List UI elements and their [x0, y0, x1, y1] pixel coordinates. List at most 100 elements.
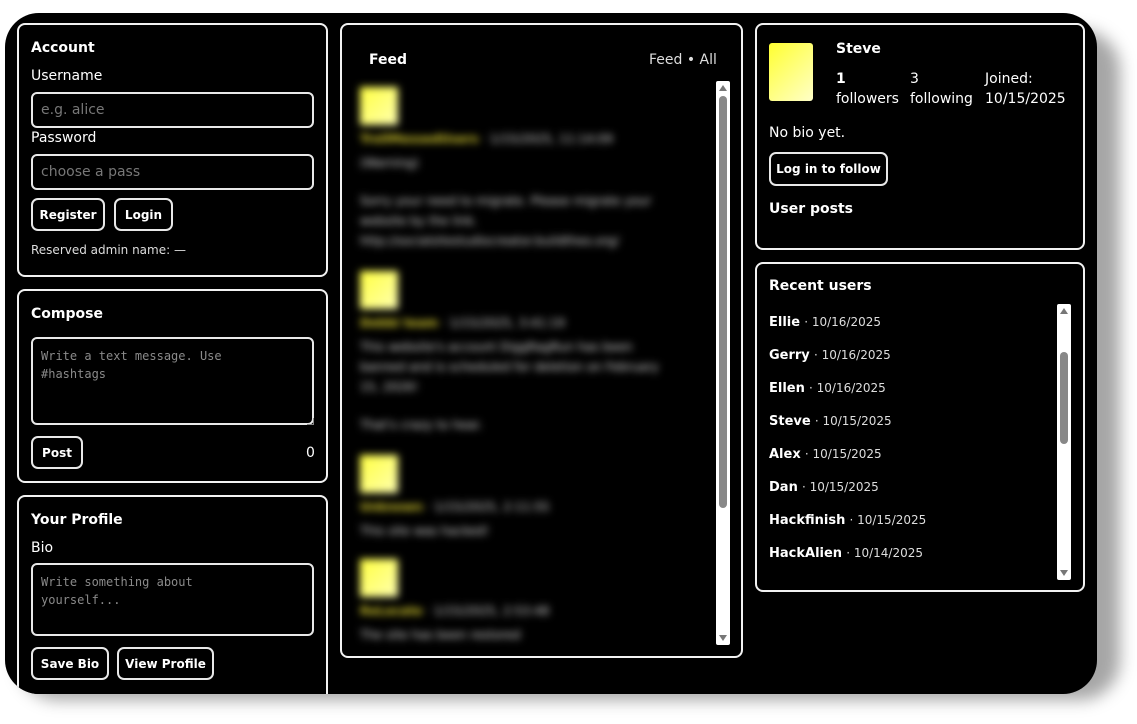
following-stat[interactable]: 3 following: [910, 69, 973, 109]
feed-panel: Feed Feed • All TrollMessedUsers · 1/15/…: [340, 23, 743, 658]
password-input[interactable]: choose a pass: [31, 154, 314, 190]
scroll-down-icon[interactable]: [719, 635, 727, 641]
user-list-item[interactable]: HackAlien · 10/14/2025: [769, 546, 923, 561]
user-list-item[interactable]: Gerry · 10/16/2025: [769, 348, 891, 363]
account-panel: Account Username e.g. alice Password cho…: [17, 23, 328, 277]
char-count: 0: [306, 445, 315, 461]
app-window: Account Username e.g. alice Password cho…: [5, 13, 1097, 694]
post-avatar: [360, 455, 398, 493]
account-title: Account: [31, 40, 95, 56]
post-time: · 1/15/2025, 2:11:55: [426, 500, 550, 514]
profile-edit-title: Your Profile: [31, 512, 123, 528]
post-avatar: [360, 87, 398, 125]
post-time: · 1/15/2025, 2:53:48: [426, 604, 550, 618]
post-line: website by the link.: [360, 214, 478, 228]
user-list-name: Ellen: [769, 381, 805, 396]
post-avatar: [360, 271, 398, 309]
recent-users-title: Recent users: [769, 278, 872, 294]
post-line: The site has been restored: [360, 628, 521, 642]
compose-panel: Compose Write a text message. Use #hasht…: [17, 289, 328, 483]
followers-stat[interactable]: 1 followers: [836, 69, 899, 109]
user-list-name: Dan: [769, 480, 798, 495]
compose-resize-grip[interactable]: [307, 418, 314, 425]
post-author[interactable]: Unknown: [360, 500, 423, 514]
post-line: This website's account DiggRagRun has be…: [360, 340, 633, 354]
post-button[interactable]: Post: [31, 436, 83, 469]
follow-button[interactable]: Log in to follow: [769, 152, 888, 186]
user-list-name: Gerry: [769, 348, 810, 363]
profile-edit-panel: Your Profile Bio Write something about y…: [17, 495, 328, 694]
post-avatar: [360, 559, 398, 597]
bio-label: Bio: [31, 540, 54, 556]
user-list-date: · 10/15/2025: [801, 480, 879, 494]
scroll-up-icon[interactable]: [719, 85, 727, 91]
username-label: Username: [31, 68, 103, 84]
user-bio: No bio yet.: [769, 125, 846, 141]
password-label: Password: [31, 130, 97, 146]
following-count: 3: [910, 71, 919, 87]
user-list-item[interactable]: Hackfinish · 10/15/2025: [769, 513, 926, 528]
username-input[interactable]: e.g. alice: [31, 92, 314, 128]
user-card-panel: Steve 1 followers 3 following Joined: 10…: [755, 23, 1085, 250]
post-line: 15, 2026!: [360, 380, 419, 394]
feed-scrollbar[interactable]: [716, 81, 730, 645]
feed-title: Feed: [369, 52, 408, 68]
compose-title: Compose: [31, 306, 103, 322]
user-list-name: Ellie: [769, 315, 801, 330]
user-list-date: · 10/16/2025: [813, 348, 891, 362]
user-list-item[interactable]: Ellie · 10/16/2025: [769, 315, 881, 330]
feed-post: TrollMessedUsers · 1/15/2025, 11:14:09 (…: [360, 87, 700, 251]
recent-users-panel: Recent users Ellie · 10/16/2025 Gerry · …: [755, 262, 1085, 592]
bio-textarea[interactable]: Write something about yourself...: [31, 563, 314, 636]
post-author[interactable]: Debbi team: [360, 316, 438, 330]
user-list-item[interactable]: Dan · 10/15/2025: [769, 480, 879, 495]
user-list-date: · 10/16/2025: [809, 381, 886, 395]
compose-textarea[interactable]: Write a text message. Use #hashtags: [31, 337, 314, 425]
user-list-date: · 10/16/2025: [804, 315, 882, 329]
user-list-name: Steve: [769, 414, 811, 429]
user-list-date: · 10/14/2025: [846, 546, 923, 560]
post-time: · 1/15/2025, 11:14:09: [482, 132, 613, 146]
user-posts-title: User posts: [769, 201, 853, 217]
user-list-name: HackAlien: [769, 546, 843, 561]
post-line: This site was hacked!: [360, 524, 489, 538]
followers-count: 1: [836, 71, 846, 87]
feed-post: ReLocate · 1/15/2025, 2:53:48 The site h…: [360, 559, 700, 645]
post-author[interactable]: TrollMessedUsers: [360, 132, 478, 146]
post-line: Sorry your need to migrate. Please migra…: [360, 194, 652, 208]
joined-label: Joined:: [985, 71, 1033, 87]
register-button[interactable]: Register: [31, 198, 105, 231]
scroll-down-icon[interactable]: [1060, 570, 1068, 576]
user-list-name: Hackfinish: [769, 513, 846, 528]
user-name: Steve: [836, 41, 881, 57]
joined-stat: Joined: 10/15/2025: [985, 69, 1066, 109]
user-list-item[interactable]: Steve · 10/15/2025: [769, 414, 892, 429]
post-time: · 1/15/2025, 3:41:19: [441, 316, 565, 330]
followers-label: followers: [836, 91, 899, 107]
user-avatar: [769, 43, 813, 101]
feed-post: Debbi team · 1/15/2025, 3:41:19 This web…: [360, 271, 700, 435]
user-list-item[interactable]: Alex · 10/15/2025: [769, 447, 882, 462]
save-bio-button[interactable]: Save Bio: [31, 647, 109, 680]
post-line: http://socialsitestudiocreator.buildtheo…: [360, 234, 620, 248]
post-line: That's crazy to hear.: [360, 418, 483, 432]
scroll-up-icon[interactable]: [1060, 308, 1068, 314]
post-line: banned and is scheduled for deletion on …: [360, 360, 659, 374]
users-scrollbar[interactable]: [1057, 304, 1071, 580]
view-profile-button[interactable]: View Profile: [117, 647, 214, 680]
user-list-date: · 10/15/2025: [849, 513, 927, 527]
login-button[interactable]: Login: [114, 198, 173, 231]
user-list-name: Alex: [769, 447, 801, 462]
user-list-date: · 10/15/2025: [804, 447, 882, 461]
post-line: (Warning): [360, 156, 419, 170]
user-list-date: · 10/15/2025: [814, 414, 892, 428]
post-author[interactable]: ReLocate: [360, 604, 422, 618]
feed-scrollbar-thumb[interactable]: [719, 96, 727, 508]
following-label: following: [910, 91, 973, 107]
user-list-item[interactable]: Ellen · 10/16/2025: [769, 381, 886, 396]
feed-post: Unknown · 1/15/2025, 2:11:55 This site w…: [360, 455, 700, 541]
joined-date: 10/15/2025: [985, 91, 1066, 107]
users-scrollbar-thumb[interactable]: [1060, 352, 1068, 444]
reserved-admin-note: Reserved admin name: —: [31, 243, 186, 257]
feed-filter[interactable]: Feed • All: [649, 52, 717, 68]
